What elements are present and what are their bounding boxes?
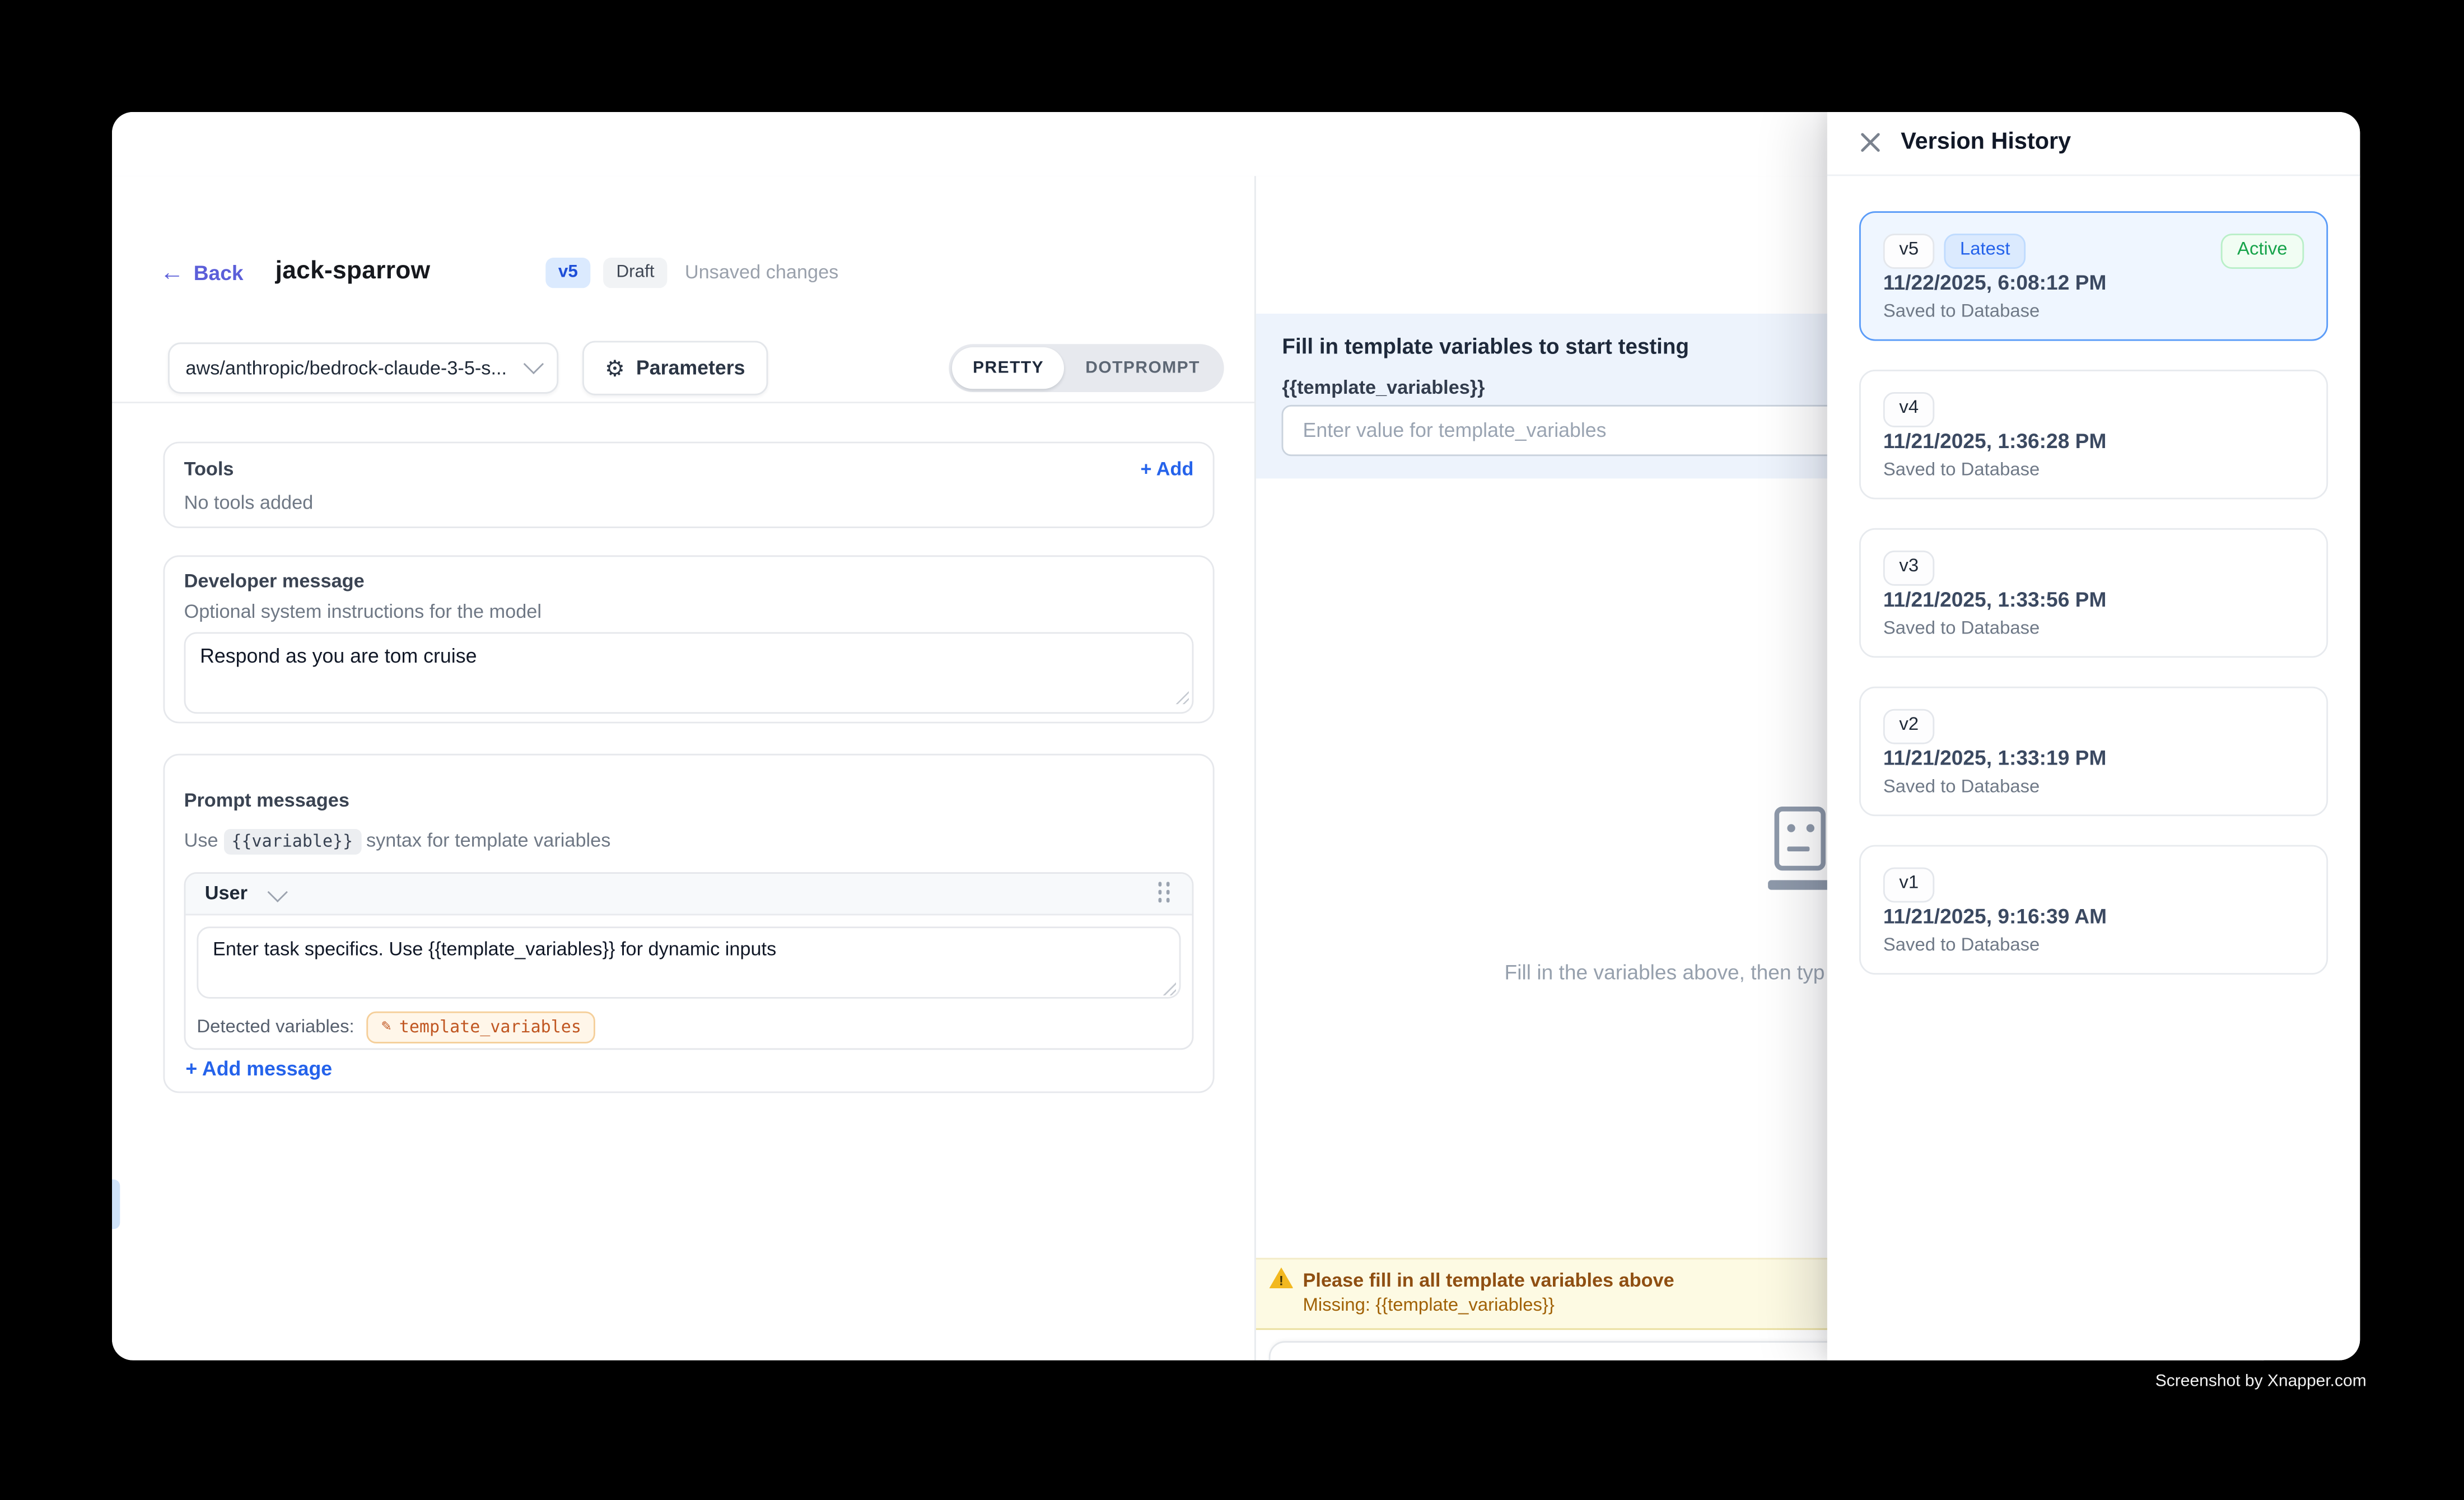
version-date: 11/21/2025, 1:33:56 PM [1883, 588, 2107, 612]
editor-toolbar: aws/anthropic/bedrock-claude-3-5-s... ⚙ … [168, 342, 1255, 393]
active-badge: Active [2221, 234, 2303, 268]
model-select[interactable]: aws/anthropic/bedrock-claude-3-5-s... [168, 342, 558, 393]
version-date: 11/21/2025, 9:16:39 AM [1883, 904, 2107, 928]
back-button[interactable]: Back [194, 260, 244, 285]
draft-badge: Draft [604, 257, 668, 287]
version-history-header: Version History [1827, 112, 2361, 175]
version-status: Saved to Database [1883, 461, 2040, 480]
back-arrow-icon: ← [160, 260, 184, 285]
message-header: User [185, 874, 1192, 915]
warning-icon: ! [1270, 1268, 1294, 1288]
version-date: 11/21/2025, 1:33:19 PM [1883, 746, 2107, 770]
toggle-dotprompt[interactable]: DOTPROMPT [1065, 347, 1221, 388]
page-header: ← Back jack-sparrow v5 Draft Unsaved cha… [160, 246, 839, 299]
version-number-badge: v2 [1883, 709, 1935, 743]
banner-title: Fill in template variables to start test… [1282, 334, 1689, 358]
close-icon[interactable] [1859, 131, 1882, 153]
robot-icon [1768, 806, 1832, 896]
page-title: jack-sparrow [276, 258, 431, 286]
version-number-badge: v5 [1883, 234, 1935, 268]
role-select[interactable]: User [205, 883, 248, 905]
app-window: ← Back jack-sparrow v5 Draft Unsaved cha… [112, 112, 2360, 1361]
parameters-label: Parameters [636, 356, 745, 379]
version-card[interactable]: v5 Latest Active 11/22/2025, 6:08:12 PM Save… [1859, 211, 2327, 341]
version-card[interactable]: v4 11/21/2025, 1:36:28 PM Saved to Databas… [1859, 370, 2327, 499]
chevron-down-icon [524, 354, 544, 374]
version-card[interactable]: v2 11/21/2025, 1:33:19 PM Saved to Databas… [1859, 687, 2327, 816]
edit-icon: ✎ [381, 1019, 391, 1036]
version-number-badge: v1 [1883, 868, 1935, 902]
toolbar-divider [112, 402, 1255, 403]
prompt-messages-card: Prompt messages Use {{variable}} syntax … [163, 754, 1214, 1093]
prompt-editor-pane: ← Back jack-sparrow v5 Draft Unsaved cha… [112, 175, 1257, 1360]
version-number-badge: v4 [1883, 392, 1935, 426]
resize-handle-icon[interactable] [1174, 691, 1189, 705]
screenshot-root: ← Back jack-sparrow v5 Draft Unsaved cha… [0, 0, 2464, 1500]
model-select-value: aws/anthropic/bedrock-claude-3-5-s... [185, 356, 516, 379]
toggle-pretty[interactable]: PRETTY [952, 347, 1065, 388]
developer-message-title: Developer message [184, 570, 365, 592]
syntax-hint-suffix: syntax for template variables [366, 829, 610, 851]
template-variable-label: {{template_variables}} [1282, 376, 1485, 398]
tools-title: Tools [184, 458, 234, 480]
warning-title: Please fill in all template variables ab… [1303, 1269, 1674, 1292]
add-message-button[interactable]: + Add message [185, 1059, 332, 1081]
drag-handle-icon[interactable] [1159, 883, 1173, 905]
version-card[interactable]: v111/21/2025, 9:16:39 AM Saved to Databas… [1859, 845, 2327, 975]
scrollbar-thumb[interactable] [112, 1179, 119, 1229]
version-status: Saved to Database [1883, 936, 2040, 955]
tools-empty-label: No tools added [184, 492, 314, 515]
version-status: Saved to Database [1883, 778, 2040, 797]
version-status: Saved to Database [1883, 302, 2040, 322]
version-number-badge: v3 [1883, 551, 1935, 585]
warning-missing: Missing: {{template_variables}} [1303, 1296, 1555, 1315]
add-message-label: Add message [202, 1059, 332, 1081]
syntax-hint-prefix: Use [184, 829, 218, 851]
gear-icon: ⚙ [605, 356, 625, 379]
detected-variable-chip[interactable]: ✎ template_variables [367, 1012, 596, 1044]
unsaved-changes-label: Unsaved changes [685, 261, 839, 283]
version-date: 11/22/2025, 6:08:12 PM [1883, 271, 2107, 295]
latest-badge: Latest [1944, 234, 2026, 268]
parameters-button[interactable]: ⚙ Parameters [582, 340, 767, 394]
detected-variables-label: Detected variables: [197, 1018, 354, 1037]
add-tool-label: Add [1156, 458, 1194, 480]
format-toggle: PRETTY DOTPROMPT [949, 343, 1224, 392]
developer-message-card: Developer message Optional system instru… [163, 555, 1214, 724]
version-history-title: Version History [1901, 129, 2071, 155]
chevron-down-icon [267, 882, 287, 902]
watermark-label: Screenshot by Xnapper.com [2155, 1372, 2367, 1391]
version-status: Saved to Database [1883, 619, 2040, 639]
version-card[interactable]: v3 11/21/2025, 1:33:56 PM Saved to Databas… [1859, 528, 2327, 658]
empty-state-text: Fill in the variables above, then typ [1505, 959, 1825, 984]
version-date: 11/21/2025, 1:36:28 PM [1883, 429, 2107, 453]
plus-icon: + [185, 1059, 197, 1081]
detected-variable-name: template_variables [399, 1018, 581, 1037]
developer-message-subtitle: Optional system instructions for the mod… [184, 600, 542, 622]
detected-variables-row: Detected variables: ✎ template_variables [197, 1008, 1180, 1047]
prompt-messages-title: Prompt messages [184, 790, 349, 812]
version-history-panel: Version History v5 Latest Active 11/22/2025… [1827, 112, 2361, 1361]
version-badge: v5 [545, 257, 591, 287]
variable-syntax-chip: {{variable}} [223, 829, 361, 855]
user-message-textarea[interactable]: Enter task specifics. Use {{template_var… [197, 926, 1180, 999]
add-tool-button[interactable]: + Add [1140, 458, 1193, 480]
syntax-hint: Use {{variable}} syntax for template var… [184, 829, 611, 851]
developer-message-textarea[interactable]: Respond as you are tom cruise [184, 632, 1194, 714]
message-block: User Enter task specifics. Use {{templat… [184, 872, 1194, 1051]
plus-icon: + [1140, 458, 1151, 480]
resize-handle-icon[interactable] [1161, 982, 1176, 996]
tools-card: Tools + Add No tools added [163, 442, 1214, 528]
